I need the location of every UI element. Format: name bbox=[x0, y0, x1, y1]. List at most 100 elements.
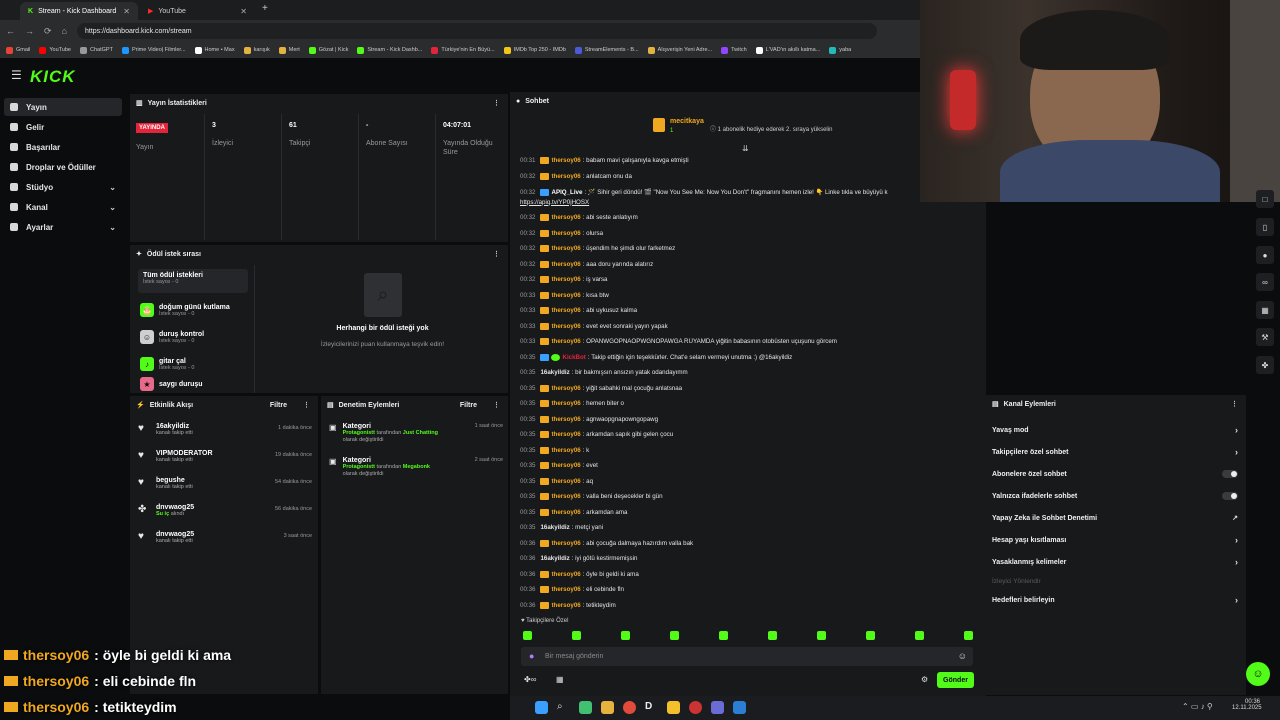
help-chat-icon[interactable]: ☺ bbox=[1246, 662, 1270, 686]
chrome-icon[interactable] bbox=[623, 701, 636, 714]
chat-username[interactable]: 16akyildiz bbox=[540, 555, 569, 562]
bookmark-item[interactable]: Gmail bbox=[6, 46, 30, 54]
sidebar-item-kanal[interactable]: Kanal ⌄ bbox=[4, 198, 122, 216]
reward-item[interactable]: 🎂 doğum günü kutlama İstek sayısı - 0 bbox=[140, 297, 240, 323]
chat-username[interactable]: thersoy06 bbox=[551, 447, 580, 454]
kick-logo[interactable]: KICK bbox=[30, 67, 76, 87]
scroll-down-icon[interactable]: ⇊ bbox=[742, 144, 749, 153]
rail-link-icon[interactable]: ∞ bbox=[1256, 273, 1274, 291]
close-tab-icon[interactable]: ✕ bbox=[123, 7, 130, 16]
rail-points-icon[interactable]: ✤ bbox=[1256, 356, 1274, 374]
emote-icon[interactable] bbox=[768, 631, 777, 640]
bookmark-item[interactable]: StreamElements - B... bbox=[574, 46, 639, 54]
chat-username[interactable]: thersoy06 bbox=[551, 338, 580, 345]
bookmark-item[interactable]: IMDb Top 250 - IMDb bbox=[503, 46, 566, 54]
more-options-icon[interactable]: ⋮ bbox=[493, 401, 500, 409]
emote-icon[interactable] bbox=[817, 631, 826, 640]
chat-username[interactable]: thersoy06 bbox=[551, 540, 580, 547]
chat-username[interactable]: thersoy06 bbox=[551, 571, 580, 578]
action-banned-words[interactable]: Yasaklanmış kelimeler › bbox=[992, 553, 1238, 571]
chat-username[interactable]: thersoy06 bbox=[551, 173, 580, 180]
steam-icon[interactable] bbox=[733, 701, 746, 714]
activity-user[interactable]: 16akyildiz bbox=[156, 423, 193, 430]
notes-icon[interactable] bbox=[667, 701, 680, 714]
bookmark-item[interactable]: Alışverişin Yeni Adre... bbox=[647, 46, 712, 54]
toggle-switch[interactable] bbox=[1222, 492, 1238, 500]
calendar-icon[interactable]: ▦ bbox=[556, 675, 564, 684]
close-tab-icon[interactable]: ✕ bbox=[240, 7, 247, 16]
emote-icon[interactable] bbox=[719, 631, 728, 640]
reward-item[interactable]: ♪ gitar çal İstek sayısı - 0 bbox=[140, 351, 240, 377]
tab-kick-dashboard[interactable]: K Stream - Kick Dashboard ✕ bbox=[20, 2, 138, 20]
emote-icon[interactable] bbox=[866, 631, 875, 640]
emote-icon[interactable] bbox=[621, 631, 630, 640]
chat-username[interactable]: thersoy06 bbox=[551, 602, 580, 609]
bookmark-item[interactable]: Home • Max bbox=[194, 46, 235, 54]
mod-user[interactable]: Protagonistt bbox=[343, 430, 375, 436]
home-icon[interactable]: ⌂ bbox=[62, 26, 67, 36]
tab-youtube[interactable]: ▶ YouTube ✕ bbox=[140, 2, 255, 20]
discord-icon[interactable] bbox=[711, 701, 724, 714]
mod-user[interactable]: Protagonistt bbox=[343, 464, 375, 470]
sidebar-item-yayin[interactable]: Yayın bbox=[4, 98, 122, 116]
new-tab-icon[interactable]: + bbox=[262, 3, 268, 14]
chat-username[interactable]: thersoy06 bbox=[551, 292, 580, 299]
rail-wrench-icon[interactable]: ⚒ bbox=[1256, 328, 1274, 346]
points-icon[interactable]: ✤∞ bbox=[524, 675, 536, 684]
rail-doc-icon[interactable]: ▯ bbox=[1256, 218, 1274, 236]
chat-username[interactable]: thersoy06 bbox=[551, 276, 580, 283]
rail-chat-icon[interactable]: ● bbox=[1256, 246, 1274, 264]
chat-username[interactable]: thersoy06 bbox=[551, 245, 580, 252]
chat-username[interactable]: thersoy06 bbox=[551, 431, 580, 438]
chat-link[interactable]: https://apiq.tv/YP0jHOSX bbox=[520, 199, 589, 206]
leaderboard-user[interactable]: mecitkaya bbox=[670, 118, 704, 125]
tray-icons[interactable]: ⌃ ▭ ♪ ⚲ bbox=[1182, 702, 1213, 711]
chat-username[interactable]: APIQ_Live bbox=[551, 189, 582, 196]
sidebar-item-studyo[interactable]: Stüdyo ⌄ bbox=[4, 178, 122, 196]
bookmark-item[interactable]: yaba bbox=[829, 46, 851, 54]
sidebar-item-gelir[interactable]: Gelir bbox=[4, 118, 122, 136]
more-options-icon[interactable]: ⋮ bbox=[303, 401, 310, 409]
emote-icon[interactable] bbox=[523, 631, 532, 640]
bookmark-item[interactable]: Türkiye'nin En Büyü... bbox=[431, 46, 495, 54]
action-goals[interactable]: Hedefleri belirleyin › bbox=[992, 591, 1238, 609]
activity-user[interactable]: dnvwaog25 bbox=[156, 504, 194, 511]
sidebar-item-ayarlar[interactable]: Ayarlar ⌄ bbox=[4, 218, 122, 236]
gear-icon[interactable]: ⚙ bbox=[921, 675, 928, 684]
rail-calendar-icon[interactable]: ▦ bbox=[1256, 301, 1274, 319]
emoji-icon[interactable]: ☺ bbox=[958, 651, 967, 661]
search-icon[interactable]: ⌕ bbox=[557, 701, 570, 714]
send-button[interactable]: Gönder bbox=[937, 672, 974, 688]
bookmark-item[interactable]: YouTube bbox=[39, 46, 71, 54]
reward-item[interactable]: ☺ duruş kontrol İstek sayısı - 0 bbox=[140, 324, 240, 350]
rail-expand-icon[interactable]: □ bbox=[1256, 190, 1274, 208]
reward-item[interactable]: ★ saygı duruşu bbox=[140, 377, 240, 391]
d-app-icon[interactable]: D bbox=[645, 701, 658, 714]
chat-username[interactable]: thersoy06 bbox=[551, 509, 580, 516]
reload-icon[interactable]: ⟳ bbox=[44, 26, 52, 37]
windows-start-icon[interactable] bbox=[535, 701, 548, 714]
bookmark-item[interactable]: Gözat | Kick bbox=[308, 46, 348, 54]
sidebar-item-droplar[interactable]: Droplar ve Ödüller bbox=[4, 158, 122, 176]
emote-icon[interactable] bbox=[670, 631, 679, 640]
filter-button[interactable]: Filtre bbox=[460, 402, 477, 409]
chat-username[interactable]: 16akyildiz bbox=[540, 524, 569, 531]
emote-icon[interactable] bbox=[915, 631, 924, 640]
chat-username[interactable]: thersoy06 bbox=[551, 586, 580, 593]
chat-input[interactable]: ● Bir mesaj gönderin ☺ bbox=[521, 647, 973, 666]
action-followers-only[interactable]: Takipçilere özel sohbet › bbox=[992, 443, 1238, 461]
sidebar-item-basarilar[interactable]: Başarılar bbox=[4, 138, 122, 156]
chat-username[interactable]: thersoy06 bbox=[551, 416, 580, 423]
chat-username[interactable]: thersoy06 bbox=[551, 214, 580, 221]
chat-username[interactable]: thersoy06 bbox=[551, 462, 580, 469]
chat-username[interactable]: thersoy06 bbox=[551, 478, 580, 485]
whatsapp-icon[interactable] bbox=[579, 701, 592, 714]
url-input[interactable]: https://dashboard.kick.com/stream bbox=[76, 23, 877, 39]
chat-username[interactable]: KickBot bbox=[562, 354, 585, 361]
chat-username[interactable]: thersoy06 bbox=[551, 307, 580, 314]
obs-icon[interactable] bbox=[689, 701, 702, 714]
toggle-switch[interactable] bbox=[1222, 470, 1238, 478]
forward-icon[interactable]: → bbox=[25, 26, 34, 36]
chat-username[interactable]: thersoy06 bbox=[551, 261, 580, 268]
bookmark-item[interactable]: Twitch bbox=[721, 46, 747, 54]
